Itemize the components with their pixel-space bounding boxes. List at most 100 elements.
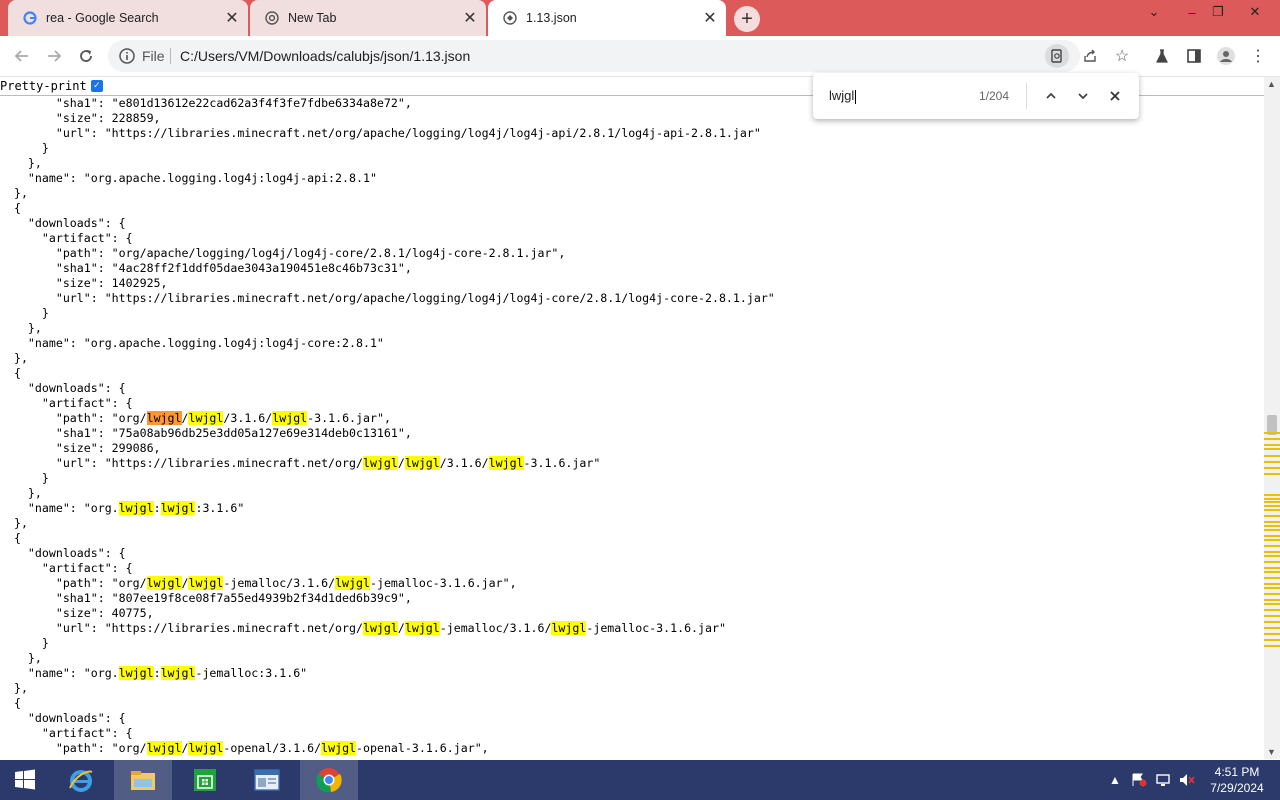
info-icon[interactable] [118,47,136,65]
tab-google-search[interactable]: rea - Google Search ✕ [8,0,248,36]
json-line: "downloads": { [0,381,126,395]
scrollbar-match-marker [1264,555,1280,557]
side-panel-icon[interactable] [1182,44,1206,68]
find-bar: lwjgl 1/204 [813,73,1139,119]
json-line: }, [0,351,28,365]
globe-icon [502,10,518,26]
match-highlight: lwjgl [160,666,196,680]
scrollbar-match-marker [1264,645,1280,647]
scrollbar-match-marker [1264,539,1280,541]
tab-search-chevron-icon[interactable]: ⌄ [1139,0,1169,24]
taskbar-document-viewer[interactable] [238,760,296,800]
json-line: "size": 228859, [0,111,161,125]
next-match-button[interactable] [1071,84,1095,108]
clock-time: 4:51 PM [1214,765,1260,779]
tab-json-file[interactable]: 1.13.json ✕ [488,0,726,36]
scrollbar-match-marker [1264,494,1280,496]
vertical-scrollbar[interactable]: ▲ ▼ [1264,77,1280,759]
scrollbar-match-marker [1264,567,1280,569]
close-tab-icon[interactable]: ✕ [222,8,242,28]
address-bar[interactable]: File C:/Users/VM/Downloads/calubjs/json/… [108,40,1129,72]
scrollbar-match-marker [1264,609,1280,611]
scrollbar-match-marker [1264,473,1280,475]
profile-avatar-icon[interactable] [1214,44,1238,68]
match-highlight: lwjgl [321,741,357,755]
match-highlight: lwjgl [146,576,182,590]
scrollbar-match-marker [1264,593,1280,595]
find-input[interactable]: lwjgl [829,88,857,104]
scroll-down-arrow-icon[interactable]: ▼ [1267,747,1276,757]
scrollbar-match-marker [1264,627,1280,629]
json-line: } [0,471,49,485]
start-button[interactable] [0,760,50,800]
json-line: "sha1": "e801d13612e22cad62a3f4f3fe7fdbe… [0,96,412,110]
json-line: "name": "org.lwjgl:lwjgl-jemalloc:3.1.6" [0,666,308,680]
match-highlight: lwjgl [160,501,196,515]
json-line: "artifact": { [0,561,133,575]
action-center-flag-icon[interactable] [1130,772,1148,788]
scroll-up-arrow-icon[interactable]: ▲ [1267,79,1276,89]
divider [1026,83,1027,109]
scrollbar-match-marker [1264,521,1280,523]
match-highlight: lwjgl [362,621,398,635]
tab-strip: rea - Google Search ✕ New Tab ✕ 1.13.jso… [0,0,1280,36]
chrome-icon [264,10,280,26]
pretty-print-toggle[interactable]: Pretty-print ✓ [0,79,103,93]
json-line: }, [0,186,28,200]
match-highlight: lwjgl [188,576,224,590]
json-line: "downloads": { [0,546,126,560]
url-text[interactable]: C:/Users/VM/Downloads/calubjs/json/1.13.… [180,48,470,64]
back-button[interactable] [8,42,36,70]
json-line: { [0,696,21,710]
close-find-button[interactable] [1103,84,1127,108]
match-highlight: lwjgl [118,666,154,680]
volume-muted-icon[interactable] [1178,772,1196,788]
labs-flask-icon[interactable] [1150,44,1174,68]
scrollbar-match-marker [1264,551,1280,553]
close-tab-icon[interactable]: ✕ [460,8,480,28]
taskbar-chrome[interactable] [300,760,358,800]
json-line: "name": "org.lwjgl:lwjgl:3.1.6" [0,501,245,515]
chrome-icon [316,768,342,793]
match-highlight: lwjgl [404,456,440,470]
close-window-button[interactable]: ✕ [1240,0,1270,24]
pretty-print-checkbox[interactable]: ✓ [90,80,103,92]
match-highlight: lwjgl [404,621,440,635]
bookmark-star-icon[interactable]: ☆ [1110,44,1134,68]
previous-match-button[interactable] [1039,84,1063,108]
file-explorer-icon [131,771,155,790]
match-highlight: lwjgl [272,411,308,425]
scrollbar-match-marker [1264,505,1280,507]
json-line: }, [0,321,42,335]
forward-button[interactable] [40,42,68,70]
json-line: }, [0,651,42,665]
reload-button[interactable] [72,42,100,70]
tab-new-tab[interactable]: New Tab ✕ [250,0,486,36]
taskbar-clock[interactable]: 4:51 PM 7/29/2024 [1200,764,1274,796]
new-tab-button[interactable]: + [734,6,760,32]
json-line: } [0,306,49,320]
json-line: }, [0,156,42,170]
show-hidden-icons-icon[interactable]: ▲ [1106,772,1124,788]
taskbar-file-explorer[interactable] [114,760,172,800]
maximize-button[interactable]: ❐ [1203,0,1233,24]
json-line: { [0,366,21,380]
json-line: "sha1": "807ee19f8ce08f7a55ed4939b2f34d1… [0,591,412,605]
scrollbar-match-marker [1264,501,1280,503]
network-icon[interactable] [1154,772,1172,788]
share-icon[interactable] [1078,44,1102,68]
json-viewer: Pretty-print ✓ "sha1": "e801d13612e22cad… [0,77,1264,759]
windows-taskbar: ▲ 4:51 PM 7/29/2024 [0,760,1280,800]
close-tab-icon[interactable]: ✕ [700,8,720,28]
taskbar-internet-explorer[interactable] [52,760,110,800]
kebab-menu-icon[interactable]: ⋮ [1246,44,1270,68]
scrollbar-match-marker [1264,438,1280,440]
taskbar-store[interactable] [176,760,234,800]
find-in-page-icon[interactable] [1045,44,1069,68]
match-highlight: lwjgl [362,456,398,470]
json-line: "downloads": { [0,216,126,230]
scrollbar-match-marker [1264,432,1280,434]
json-line: }, [0,681,28,695]
json-line: "path": "org/lwjgl/lwjgl/3.1.6/lwjgl-3.1… [0,411,391,425]
scrollbar-match-marker [1264,509,1280,511]
